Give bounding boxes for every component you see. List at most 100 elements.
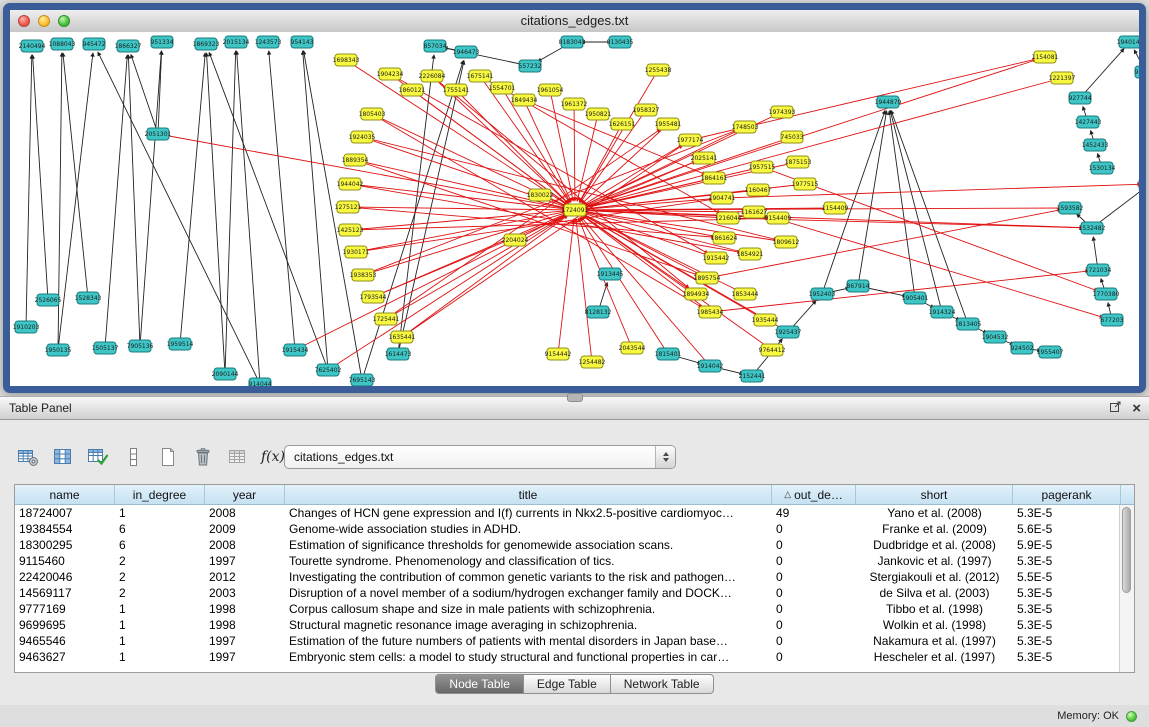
- graph-node[interactable]: 1952403: [809, 288, 836, 300]
- graph-node[interactable]: 1935444: [752, 314, 779, 326]
- graph-node[interactable]: 9154442: [545, 348, 572, 360]
- graph-node[interactable]: 7625402: [315, 364, 342, 376]
- graph-node[interactable]: 9154409: [765, 212, 792, 224]
- graph-node[interactable]: 1925437: [775, 326, 802, 338]
- graph-node[interactable]: 1914324: [929, 306, 956, 318]
- graph-node[interactable]: 1528343: [75, 292, 102, 304]
- graph-node[interactable]: 1875153: [785, 156, 812, 168]
- graph-node[interactable]: 1944879: [875, 96, 902, 108]
- graph-node[interactable]: 1889354: [342, 154, 369, 166]
- graph-node[interactable]: 745033: [781, 131, 804, 143]
- graph-node[interactable]: 1904532: [982, 331, 1009, 343]
- graph-node[interactable]: 1938353: [350, 269, 377, 281]
- graph-node[interactable]: 1959514: [167, 338, 194, 350]
- row-tools-icon[interactable]: [121, 445, 145, 469]
- graph-node[interactable]: 1813405: [955, 318, 982, 330]
- graph-node[interactable]: 1243573: [255, 36, 282, 48]
- graph-node[interactable]: 1748503: [732, 121, 759, 133]
- network-graph-svg[interactable]: 2140494108804394547218663279513341869323…: [10, 32, 1139, 386]
- table-row[interactable]: 969969511998Structural magnetic resonanc…: [15, 617, 1134, 633]
- table-row[interactable]: 1830029562008Estimation of significance …: [15, 537, 1134, 553]
- graph-node[interactable]: 1161627: [741, 206, 768, 218]
- graph-node[interactable]: 1955407: [1037, 346, 1064, 358]
- graph-node[interactable]: 1977174: [677, 134, 704, 146]
- graph-node[interactable]: 1910203: [13, 321, 40, 333]
- graph-node[interactable]: 857034: [424, 40, 447, 52]
- graph-node[interactable]: 8130435: [607, 36, 634, 48]
- tab-node-table[interactable]: Node Table: [435, 674, 524, 694]
- graph-node[interactable]: 1532482: [1079, 222, 1106, 234]
- window-titlebar[interactable]: citations_edges.txt: [10, 10, 1139, 33]
- graph-node[interactable]: 1895754: [694, 272, 721, 284]
- graph-node[interactable]: 1866327: [115, 40, 142, 52]
- graph-node[interactable]: 2090144: [212, 368, 239, 380]
- column-header-out_de[interactable]: △out_de…: [772, 485, 856, 504]
- graph-node[interactable]: 1985434: [697, 306, 724, 318]
- graph-node[interactable]: 1554701: [489, 82, 516, 94]
- graph-node[interactable]: 1950821: [585, 108, 612, 120]
- graph-node[interactable]: 1955481: [655, 118, 682, 130]
- graph-node[interactable]: 951334: [151, 36, 174, 48]
- close-window-button[interactable]: [18, 15, 30, 27]
- graph-node[interactable]: 951402: [1135, 66, 1139, 78]
- graph-node[interactable]: 2152441: [739, 370, 766, 382]
- table-row[interactable]: 946362711997Embryonic stem cells: a mode…: [15, 649, 1134, 665]
- graph-node[interactable]: 1944042: [337, 178, 364, 190]
- delete-table-icon[interactable]: [191, 445, 215, 469]
- table-row[interactable]: 2242004622012Investigating the contribut…: [15, 569, 1134, 585]
- graph-node[interactable]: 1946473: [453, 46, 480, 58]
- graph-node[interactable]: 1626151: [609, 118, 636, 130]
- tab-network-table[interactable]: Network Table: [611, 674, 714, 694]
- graph-node[interactable]: 8183043: [559, 36, 586, 48]
- graph-node[interactable]: 1854921: [737, 248, 764, 260]
- function-builder-icon[interactable]: f(x): [261, 445, 285, 469]
- table-vertical-scrollbar[interactable]: [1119, 505, 1134, 672]
- graph-node[interactable]: 2043544: [619, 342, 646, 354]
- merge-table-icon[interactable]: [226, 445, 250, 469]
- graph-node[interactable]: 1593582: [1057, 202, 1084, 214]
- column-header-year[interactable]: year: [205, 485, 285, 504]
- graph-node[interactable]: 1940143: [1117, 36, 1139, 48]
- graph-node[interactable]: 2025141: [691, 152, 718, 164]
- graph-node[interactable]: 1894934: [683, 288, 710, 300]
- minimize-window-button[interactable]: [38, 15, 50, 27]
- graph-node[interactable]: 914044: [249, 378, 272, 386]
- graph-node[interactable]: 1961054: [537, 84, 564, 96]
- graph-node[interactable]: 2015134: [223, 36, 250, 48]
- network-canvas[interactable]: 2140494108804394547218663279513341869323…: [10, 32, 1139, 386]
- close-panel-icon[interactable]: ×: [1132, 401, 1141, 417]
- table-selector-combobox[interactable]: citations_edges.txt: [284, 445, 676, 469]
- graph-node[interactable]: 1915434: [282, 344, 309, 356]
- graph-node[interactable]: 1721034: [1085, 264, 1112, 276]
- graph-node[interactable]: 1950135: [45, 344, 72, 356]
- graph-node[interactable]: 7695143: [349, 374, 376, 386]
- graph-node[interactable]: 2226084: [419, 70, 446, 82]
- graph-node[interactable]: 1915442: [703, 252, 730, 264]
- table-row[interactable]: 1456911722003Disruption of a novel membe…: [15, 585, 1134, 601]
- table-settings-icon[interactable]: [16, 445, 40, 469]
- column-header-title[interactable]: title: [285, 485, 772, 504]
- graph-node[interactable]: 927744: [1069, 92, 1092, 104]
- graph-node[interactable]: 1815401: [655, 348, 682, 360]
- graph-node[interactable]: 1977515: [792, 178, 819, 190]
- graph-node[interactable]: 924502: [1011, 342, 1034, 354]
- graph-node[interactable]: 1154409: [822, 202, 849, 214]
- graph-node[interactable]: 1860121: [399, 84, 426, 96]
- panel-splitter-grip[interactable]: [567, 393, 583, 402]
- graph-node[interactable]: 9764412: [759, 344, 786, 356]
- graph-node[interactable]: 1958327: [633, 104, 660, 116]
- graph-node[interactable]: 1505137: [92, 342, 119, 354]
- graph-node[interactable]: 1154081: [1032, 51, 1059, 63]
- graph-node[interactable]: 1974393: [769, 106, 796, 118]
- graph-node[interactable]: 1864161: [701, 172, 728, 184]
- graph-node[interactable]: 1793544: [360, 291, 387, 303]
- column-header-short[interactable]: short: [856, 485, 1013, 504]
- graph-node[interactable]: 1869323: [193, 38, 220, 50]
- new-table-icon[interactable]: [156, 445, 180, 469]
- graph-node[interactable]: 1088043: [49, 38, 76, 50]
- graph-node[interactable]: 1427443: [1075, 116, 1102, 128]
- graph-node[interactable]: 1675141: [467, 70, 494, 82]
- graph-node[interactable]: 1914042: [697, 360, 724, 372]
- column-header-pagerank[interactable]: pagerank: [1013, 485, 1121, 504]
- graph-node[interactable]: 8128132: [585, 306, 612, 318]
